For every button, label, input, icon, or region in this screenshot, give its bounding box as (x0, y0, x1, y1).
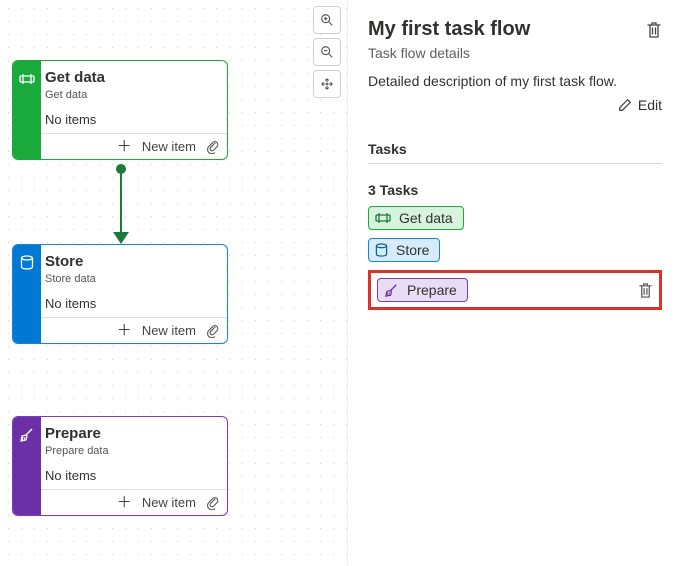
database-icon (20, 255, 34, 271)
card-color-bar (13, 245, 41, 343)
tasks-count: 3 Tasks (368, 182, 662, 198)
canvas-card-store[interactable]: Store Store data No items ＋ New item (12, 244, 228, 344)
new-item-button[interactable]: New item (142, 495, 196, 510)
task-chip-store[interactable]: Store (368, 238, 440, 262)
zoom-in-button[interactable] (313, 6, 341, 34)
task-chip-prepare[interactable]: Prepare (377, 278, 468, 302)
delete-flow-button[interactable] (646, 21, 662, 39)
new-item-button[interactable]: New item (142, 139, 196, 154)
canvas-card-get-data[interactable]: Get data Get data No items ＋ New item (12, 60, 228, 160)
panel-subtitle: Task flow details (368, 45, 662, 61)
trash-icon (646, 21, 662, 39)
fit-view-button[interactable] (313, 70, 341, 98)
canvas-card-prepare[interactable]: Prepare Prepare data No items ＋ New item (12, 416, 228, 516)
details-panel: My first task flow Task flow details Det… (348, 0, 678, 566)
delete-task-button[interactable] (638, 282, 653, 299)
tasks-heading: Tasks (368, 141, 662, 164)
chip-label: Prepare (407, 282, 457, 298)
zoom-out-button[interactable] (313, 38, 341, 66)
attachment-icon[interactable] (206, 139, 219, 154)
broom-icon (384, 283, 399, 298)
card-noitems-label: No items (45, 296, 217, 311)
card-noitems-label: No items (45, 112, 217, 127)
connector-line (120, 168, 122, 234)
card-subtitle: Get data (45, 89, 217, 101)
panel-title: My first task flow (368, 18, 530, 41)
task-chip-prepare-selected: Prepare (368, 270, 662, 310)
trash-icon (638, 282, 653, 299)
card-title: Prepare (45, 425, 217, 442)
edit-label: Edit (638, 97, 662, 113)
zoom-controls (313, 6, 341, 98)
broom-icon (19, 427, 35, 443)
card-subtitle: Store data (45, 273, 217, 285)
attachment-icon[interactable] (206, 323, 219, 338)
connector-arrowhead (113, 232, 129, 244)
edit-button[interactable]: Edit (618, 97, 662, 113)
card-color-bar (13, 417, 41, 515)
fit-view-icon (320, 77, 334, 91)
zoom-in-icon (320, 13, 334, 27)
scroll-icon (19, 71, 35, 87)
attachment-icon[interactable] (206, 495, 219, 510)
card-noitems-label: No items (45, 468, 217, 483)
plus-icon: ＋ (117, 323, 132, 338)
zoom-out-icon (320, 45, 334, 59)
task-chip-get-data[interactable]: Get data (368, 206, 464, 230)
chip-label: Get data (399, 210, 453, 226)
pencil-icon (618, 98, 632, 112)
plus-icon: ＋ (117, 139, 132, 154)
card-title: Get data (45, 69, 217, 86)
database-icon (375, 243, 388, 258)
card-color-bar (13, 61, 41, 159)
chip-label: Store (396, 242, 429, 258)
new-item-button[interactable]: New item (142, 323, 196, 338)
scroll-icon (375, 211, 391, 225)
card-subtitle: Prepare data (45, 445, 217, 457)
panel-description: Detailed description of my first task fl… (368, 73, 662, 89)
flow-canvas[interactable]: Get data Get data No items ＋ New item (0, 0, 348, 566)
plus-icon: ＋ (117, 495, 132, 510)
card-title: Store (45, 253, 217, 270)
